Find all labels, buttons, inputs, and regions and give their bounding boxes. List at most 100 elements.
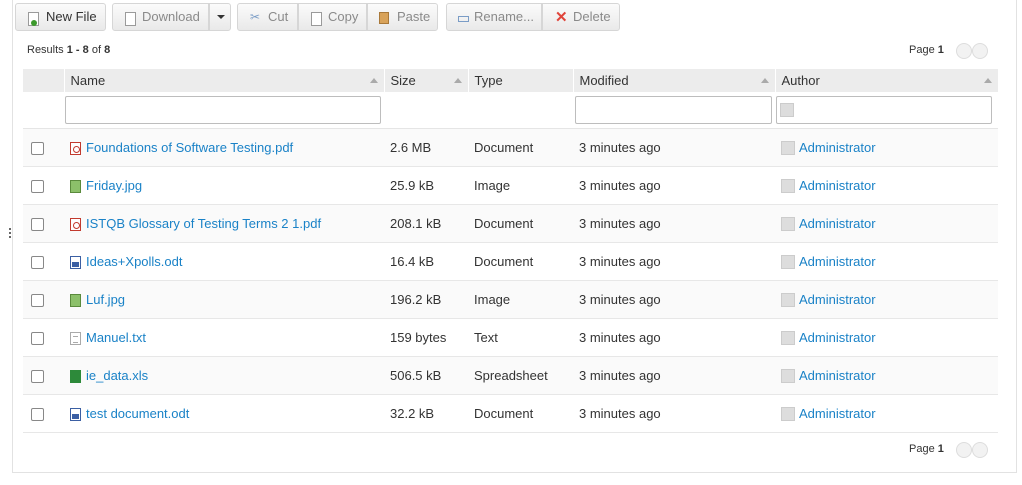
row-checkbox[interactable] xyxy=(31,256,44,270)
new-file-button[interactable]: New File xyxy=(15,3,106,31)
next-page-icon[interactable] xyxy=(972,43,988,59)
download-button[interactable]: Download xyxy=(112,3,209,31)
pager-top: Page 1 xyxy=(909,44,944,56)
pager-page: 1 xyxy=(937,443,944,455)
author-filter-input[interactable] xyxy=(776,96,992,124)
sort-icon xyxy=(983,78,992,83)
table-row[interactable]: Luf.jpg 196.2 kB Image 3 minutes ago Adminis… xyxy=(23,280,998,319)
column-header-name[interactable]: Name xyxy=(64,69,385,92)
column-header-size[interactable]: Size xyxy=(384,69,469,92)
author-link[interactable]: Administrator xyxy=(799,255,876,270)
author-link[interactable]: Administrator xyxy=(799,369,876,384)
table-row[interactable]: ISTQB Glossary of Testing Terms 2 1.pdf 2… xyxy=(23,204,998,243)
avatar-icon xyxy=(781,217,795,232)
file-name-link[interactable]: Manuel.txt xyxy=(86,331,146,346)
rename-button[interactable]: Rename... xyxy=(446,3,542,31)
modified-cell: 3 minutes ago xyxy=(573,128,775,167)
column-header-type[interactable]: Type xyxy=(468,69,574,92)
type-cell: Spreadsheet xyxy=(468,356,573,395)
pager-label: Page xyxy=(909,443,938,455)
author-link[interactable]: Administrator xyxy=(799,179,876,194)
name-cell: Ideas+Xpolls.odt xyxy=(64,242,384,281)
table-row[interactable]: ie_data.xls 506.5 kB Spreadsheet 3 minutes … xyxy=(23,356,998,395)
author-cell: Administrator xyxy=(775,128,998,167)
column-author-label: Author xyxy=(781,73,820,88)
plus-icon xyxy=(31,20,37,26)
row-checkbox[interactable] xyxy=(31,408,44,422)
download-dropdown-button[interactable] xyxy=(209,3,231,31)
delete-button[interactable]: ✕ Delete xyxy=(542,3,620,31)
avatar-icon xyxy=(781,369,795,384)
chevron-down-icon xyxy=(217,15,225,19)
prev-page-icon[interactable] xyxy=(956,43,972,59)
row-checkbox[interactable] xyxy=(31,294,44,308)
file-name-link[interactable]: Friday.jpg xyxy=(86,179,142,194)
table-row[interactable]: Ideas+Xpolls.odt 16.4 kB Document 3 minutes… xyxy=(23,242,998,281)
table-row[interactable]: Manuel.txt 159 bytes Text 3 minutes ago Admi… xyxy=(23,318,998,357)
word-doc-icon xyxy=(70,407,81,421)
row-checkbox[interactable] xyxy=(31,180,44,194)
file-name-link[interactable]: ISTQB Glossary of Testing Terms 2 1.pdf xyxy=(86,217,321,232)
modified-cell: 3 minutes ago xyxy=(573,204,775,243)
author-cell: Administrator xyxy=(775,356,998,395)
filter-cell xyxy=(468,92,573,129)
filter-cell xyxy=(384,92,468,129)
column-type-label: Type xyxy=(474,73,503,88)
avatar-icon xyxy=(781,407,795,422)
sort-icon xyxy=(369,78,378,83)
modified-cell: 3 minutes ago xyxy=(573,242,775,281)
author-cell: Administrator xyxy=(775,280,998,319)
file-name-link[interactable]: Foundations of Software Testing.pdf xyxy=(86,141,293,156)
sort-icon xyxy=(453,78,462,83)
modified-cell: 3 minutes ago xyxy=(573,318,775,357)
table-row[interactable]: test document.odt 32.2 kB Document 3 minute… xyxy=(23,394,998,433)
cut-button[interactable]: ✂ Cut xyxy=(237,3,298,31)
column-header-author[interactable]: Author xyxy=(775,69,999,92)
filter-cell xyxy=(23,92,64,129)
type-cell: Document xyxy=(468,128,573,167)
paste-button[interactable]: Paste xyxy=(367,3,438,31)
row-checkbox[interactable] xyxy=(31,142,44,156)
prev-page-icon[interactable] xyxy=(956,442,972,458)
column-header-modified[interactable]: Modified xyxy=(573,69,776,92)
size-cell: 25.9 kB xyxy=(384,166,468,205)
row-checkbox[interactable] xyxy=(31,218,44,232)
pdf-icon xyxy=(70,217,81,231)
file-name-link[interactable]: ie_data.xls xyxy=(86,369,148,384)
author-link[interactable]: Administrator xyxy=(799,217,876,232)
file-table: Name Size Type Modified Author Foundatio… xyxy=(23,69,999,433)
table-row[interactable]: Friday.jpg 25.9 kB Image 3 minutes ago Admin… xyxy=(23,166,998,205)
author-link[interactable]: Administrator xyxy=(799,407,876,422)
results-summary: Results 1 - 8 of 8 xyxy=(27,44,110,56)
name-cell: Friday.jpg xyxy=(64,166,384,205)
modified-filter-input[interactable] xyxy=(575,96,772,124)
download-label: Download xyxy=(142,9,200,24)
pdf-icon xyxy=(70,141,81,155)
download-icon xyxy=(125,12,136,26)
author-link[interactable]: Administrator xyxy=(799,331,876,346)
author-link[interactable]: Administrator xyxy=(799,141,876,156)
file-name-link[interactable]: Luf.jpg xyxy=(86,293,125,308)
select-cell xyxy=(23,394,64,433)
copy-button[interactable]: Copy xyxy=(298,3,367,31)
next-page-icon[interactable] xyxy=(972,442,988,458)
size-cell: 506.5 kB xyxy=(384,356,468,395)
row-checkbox[interactable] xyxy=(31,332,44,346)
name-filter-input[interactable] xyxy=(65,96,381,124)
select-cell xyxy=(23,166,64,205)
pager-label: Page xyxy=(909,44,938,56)
table-row[interactable]: Foundations of Software Testing.pdf 2.6 M… xyxy=(23,128,998,167)
resize-handle[interactable] xyxy=(9,228,13,238)
author-link[interactable]: Administrator xyxy=(799,293,876,308)
new-file-label: New File xyxy=(46,9,97,24)
size-cell: 196.2 kB xyxy=(384,280,468,319)
rename-label: Rename... xyxy=(474,9,534,24)
row-checkbox[interactable] xyxy=(31,370,44,384)
file-name-link[interactable]: test document.odt xyxy=(86,407,189,422)
select-cell xyxy=(23,204,64,243)
size-cell: 208.1 kB xyxy=(384,204,468,243)
avatar-icon xyxy=(781,293,795,308)
column-name-label: Name xyxy=(70,73,106,88)
size-cell: 16.4 kB xyxy=(384,242,468,281)
file-name-link[interactable]: Ideas+Xpolls.odt xyxy=(86,255,182,270)
